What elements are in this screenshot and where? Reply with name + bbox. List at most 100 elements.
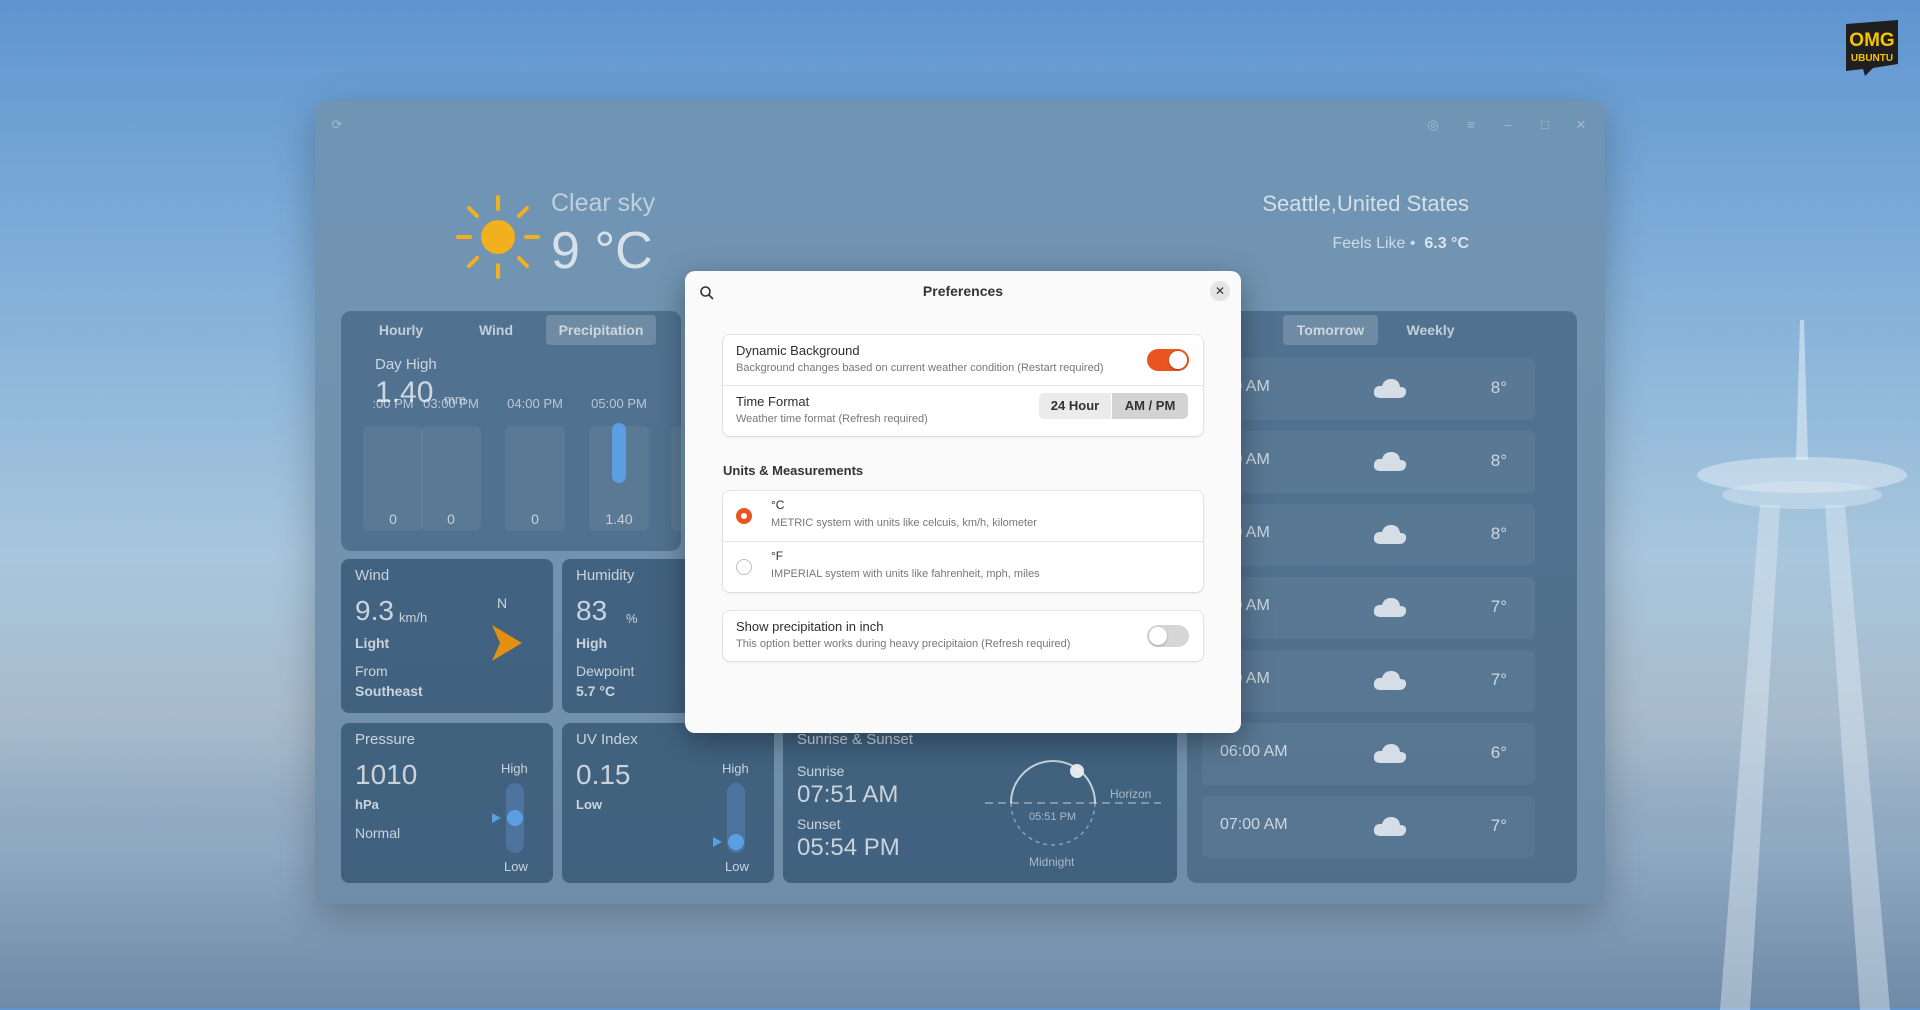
close-icon[interactable]: ✕ <box>1573 117 1589 133</box>
forecast-temp: 8° <box>1490 378 1507 397</box>
tab-weekly[interactable]: Weekly <box>1383 315 1478 345</box>
unit-imperial-row[interactable]: °F IMPERIAL system with units like fahre… <box>723 542 1203 592</box>
sunrise-label: Sunrise <box>797 763 845 779</box>
humidity-value: 83 <box>576 595 608 626</box>
cloud-icon <box>1373 452 1407 471</box>
tab-tomorrow[interactable]: Tomorrow <box>1283 315 1378 345</box>
forecast-row: :00 AM 7° <box>1202 650 1535 712</box>
precip-inch-toggle[interactable] <box>1147 625 1189 647</box>
dynamic-background-toggle[interactable] <box>1147 349 1189 371</box>
dynamic-background-subtitle: Background changes based on current weat… <box>736 362 1104 374</box>
current-temperature: 9 °C <box>551 222 653 280</box>
unit-metric-row[interactable]: °C METRIC system with units like celcuis… <box>723 491 1203 541</box>
cloud-icon <box>1373 744 1407 763</box>
metric-subtitle: METRIC system with units like celcuis, k… <box>771 517 1037 529</box>
uv-level: Low <box>576 797 602 812</box>
imperial-radio[interactable] <box>736 559 752 575</box>
uv-gauge-dot <box>728 834 744 850</box>
sun-icon <box>456 195 540 279</box>
pressure-high-label: High <box>501 761 528 776</box>
forecast-row: 07:00 AM 7° <box>1202 796 1535 858</box>
precip-column-time: 03:00 PM <box>423 396 479 411</box>
sunrise-time: 07:51 AM <box>797 781 899 808</box>
metric-radio[interactable] <box>736 508 752 524</box>
midnight-label: Midnight <box>1029 855 1075 869</box>
forecast-panel: Tomorrow Weekly :00 AM 8° :00 AM 8° :00 AM 8°… <box>1187 311 1577 883</box>
precip-column-time: 0 <box>661 396 681 411</box>
horizon-label: Horizon <box>1110 787 1152 801</box>
units-header: Units & Measurements <box>723 463 864 478</box>
pressure-card: Pressure 1010 hPa Normal High Low <box>341 723 553 883</box>
wind-from-value: Southeast <box>355 683 423 699</box>
imperial-subtitle: IMPERIAL system with units like fahrenhe… <box>771 568 1040 580</box>
forecast-temp: 7° <box>1490 670 1507 689</box>
precip-column-value: 1.40 <box>605 511 633 527</box>
sunset-label: Sunset <box>797 816 841 832</box>
dewpoint-value: 5.7 °C <box>576 683 616 699</box>
pressure-low-label: Low <box>504 859 528 874</box>
wind-speed: 9.3 <box>355 595 394 626</box>
feels-like: Feels Like • 6.3 °C <box>1332 235 1470 252</box>
compass-north: N <box>497 595 508 611</box>
forecast-row: :00 AM 8° <box>1202 504 1535 566</box>
metric-title: °C <box>771 498 785 512</box>
time-format-24-hour-button[interactable]: 24 Hour <box>1039 393 1111 419</box>
pressure-gauge-arrow <box>492 813 501 823</box>
uv-gauge-arrow <box>713 837 722 847</box>
dialog-title: Preferences <box>922 283 1004 299</box>
pressure-status: Normal <box>355 825 401 841</box>
wind-from-label: From <box>355 663 388 679</box>
forecast-time: 07:00 AM <box>1220 816 1288 833</box>
general-settings-group: Dynamic Background Background changes ba… <box>723 335 1203 436</box>
minimize-icon[interactable]: – <box>1500 117 1516 133</box>
uv-value: 0.15 <box>576 759 631 790</box>
precip-inch-title: Show precipitation in inch <box>736 619 884 634</box>
cloud-icon <box>1373 817 1407 836</box>
refresh-icon[interactable]: ⟳ <box>329 117 345 133</box>
cloud-icon <box>1373 379 1407 398</box>
time-format-am-pm-button[interactable]: AM / PM <box>1112 393 1188 419</box>
pressure-gauge-dot <box>507 810 523 826</box>
wind-direction-icon <box>492 625 522 661</box>
forecast-row: :00 AM 8° <box>1202 431 1535 493</box>
precip-inch-subtitle: This option better works during heavy pr… <box>736 638 1071 650</box>
dynamic-background-title: Dynamic Background <box>736 343 860 358</box>
forecast-temp: 8° <box>1490 451 1507 470</box>
cloud-icon <box>1373 598 1407 617</box>
precip-column <box>671 426 681 531</box>
dialog-close-button[interactable]: ✕ <box>1210 281 1230 301</box>
menu-icon[interactable]: ≡ <box>1463 117 1479 133</box>
tab-precipitation[interactable]: Precipitation <box>546 315 656 345</box>
forecast-temp: 8° <box>1490 524 1507 543</box>
uv-title: UV Index <box>576 731 638 748</box>
day-high-label: Day High <box>375 356 437 373</box>
location-name: Seattle,United States <box>1262 191 1469 216</box>
cloud-icon <box>1373 671 1407 690</box>
wind-strength: Light <box>355 635 390 651</box>
maximize-icon[interactable]: □ <box>1537 117 1553 133</box>
units-group: °C METRIC system with units like celcuis… <box>723 491 1203 592</box>
forecast-row: 06:00 AM 6° <box>1202 723 1535 785</box>
location-icon[interactable]: ◎ <box>1425 117 1441 133</box>
forecast-row: :00 AM 7° <box>1202 577 1535 639</box>
forecast-temp: 7° <box>1490 816 1507 835</box>
sun-center-time: 05:51 PM <box>1029 811 1077 823</box>
uv-index-card: UV Index 0.15 Low High Low <box>562 723 774 883</box>
forecast-row: :00 AM 8° <box>1202 358 1535 420</box>
uv-low-label: Low <box>725 859 749 874</box>
wind-title: Wind <box>355 567 390 584</box>
preferences-dialog: Preferences ✕ Dynamic Background Backgro… <box>685 271 1241 733</box>
current-condition: Clear sky <box>551 189 656 217</box>
precip-column-value: 0 <box>447 511 455 527</box>
imperial-title: °F <box>771 549 784 563</box>
forecast-temp: 7° <box>1490 597 1507 616</box>
precipitation-panel: Hourly Wind Precipitation Day High 1.40 … <box>341 311 681 551</box>
precip-column-value: 0 <box>531 511 539 527</box>
dewpoint-label: Dewpoint <box>576 663 635 679</box>
svg-text:UBUNTU: UBUNTU <box>1851 53 1893 64</box>
tab-hourly[interactable]: Hourly <box>356 315 446 345</box>
precip-bar <box>612 423 626 483</box>
svg-text:OMG: OMG <box>1849 30 1894 51</box>
wind-unit: km/h <box>399 610 428 625</box>
tab-wind[interactable]: Wind <box>451 315 541 345</box>
